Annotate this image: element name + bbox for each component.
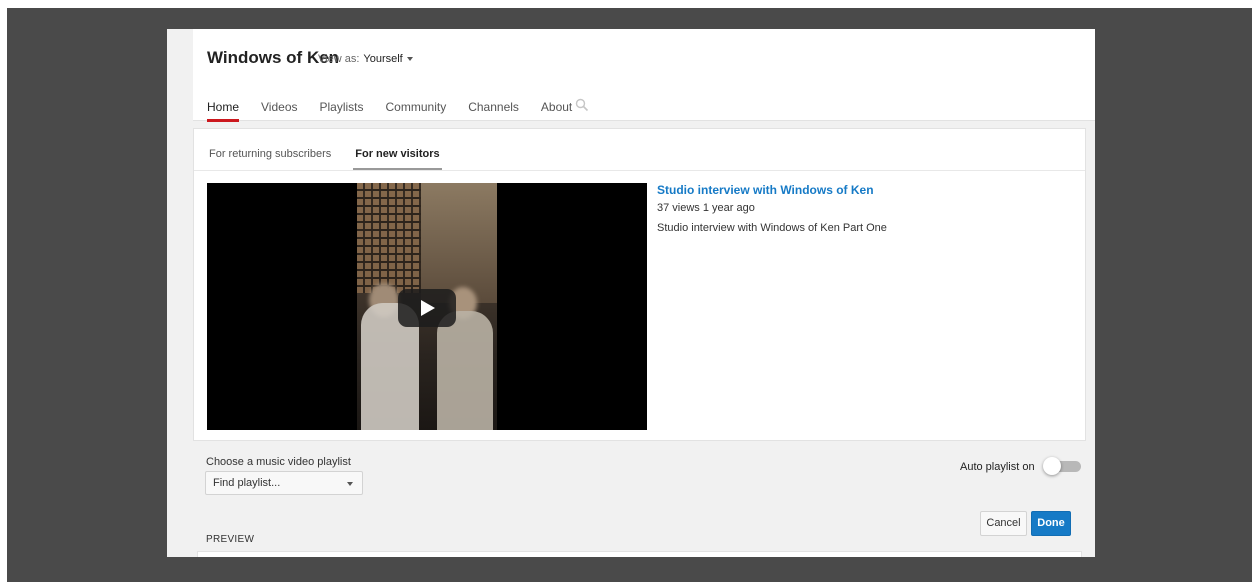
preview-panel xyxy=(197,551,1082,557)
video-description: Studio interview with Windows of Ken Par… xyxy=(657,222,887,234)
screen-left-edge xyxy=(0,0,7,582)
chevron-down-icon xyxy=(347,482,353,486)
auto-playlist-toggle[interactable] xyxy=(1043,457,1081,475)
preview-label: PREVIEW xyxy=(206,534,255,545)
chevron-down-icon xyxy=(406,57,413,62)
tab-about[interactable]: About xyxy=(541,100,572,121)
thumbnail-wall xyxy=(421,183,497,303)
view-as-value: Yourself xyxy=(363,53,403,65)
tab-home[interactable]: Home xyxy=(207,100,240,122)
channel-nav: Home Videos Playlists Community Channels… xyxy=(207,98,594,122)
tab-channels[interactable]: Channels xyxy=(468,100,519,121)
video-title-link[interactable]: Studio interview with Windows of Ken xyxy=(657,183,1057,197)
divider xyxy=(194,170,1085,171)
video-info: Studio interview with Windows of Ken 37 … xyxy=(657,183,1057,234)
tab-playlists[interactable]: Playlists xyxy=(320,100,364,121)
tab-videos[interactable]: Videos xyxy=(261,100,297,121)
thumbnail-person-right xyxy=(437,311,493,430)
video-meta: 37 views 1 year ago xyxy=(657,202,755,214)
tab-community[interactable]: Community xyxy=(386,100,447,121)
video-player[interactable] xyxy=(207,183,647,430)
channel-page: Windows of Ken View as: Yourself Home Vid… xyxy=(167,29,1095,557)
channel-header: Windows of Ken View as: Yourself Home Vid… xyxy=(193,29,1095,122)
channel-trailer-card: For returning subscribers For new visito… xyxy=(193,128,1086,441)
cancel-button[interactable]: Cancel xyxy=(980,511,1027,536)
view-as-label: View as: xyxy=(318,53,360,65)
playlist-dropdown-value: Find playlist... xyxy=(213,477,281,489)
playlist-dropdown[interactable]: Find playlist... xyxy=(205,471,363,495)
view-as-dropdown[interactable]: View as: Yourself xyxy=(318,53,413,65)
play-button-icon[interactable] xyxy=(398,289,456,327)
playlist-label: Choose a music video playlist xyxy=(206,456,351,468)
search-icon[interactable] xyxy=(575,98,589,112)
tab-returning-subscribers[interactable]: For returning subscribers xyxy=(209,148,331,170)
tab-new-visitors[interactable]: For new visitors xyxy=(353,148,443,170)
thumbnail-tiles-grid xyxy=(357,183,421,293)
done-button[interactable]: Done xyxy=(1031,511,1071,536)
screen-top-edge xyxy=(0,0,1252,8)
auto-playlist-label: Auto playlist on xyxy=(960,461,1035,473)
trailer-subtabs: For returning subscribers For new visito… xyxy=(209,148,464,170)
toggle-knob xyxy=(1043,457,1061,475)
